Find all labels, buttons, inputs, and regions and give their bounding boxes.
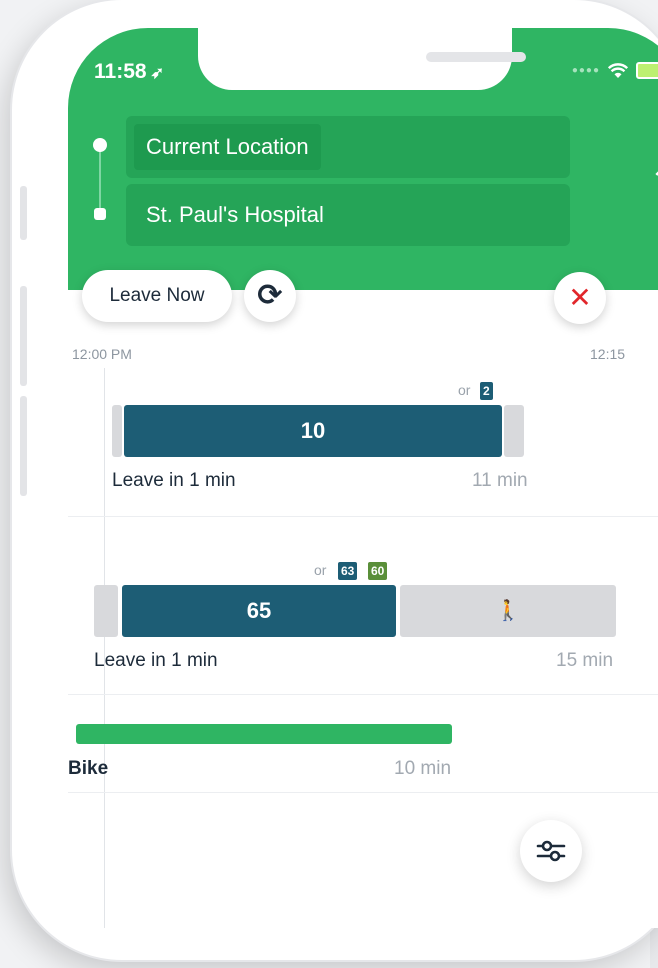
leave-now-button[interactable]: Leave Now bbox=[82, 270, 232, 322]
sliders-glyph bbox=[536, 840, 566, 862]
destination-field[interactable]: St. Paul's Hospital bbox=[126, 184, 570, 246]
origin-dot-icon bbox=[93, 138, 107, 152]
refresh-icon[interactable]: ⟳ bbox=[244, 270, 296, 322]
wait-segment bbox=[94, 585, 118, 637]
route-divider bbox=[68, 694, 658, 695]
timeline-end-label: 12:15 bbox=[590, 346, 626, 362]
walk-icon: 🚶 bbox=[400, 585, 616, 637]
leave-time-label: Leave in 1 min bbox=[112, 470, 236, 491]
route-duration: 15 min bbox=[556, 650, 614, 671]
battery-icon bbox=[636, 62, 658, 79]
status-time-text: 11:58 bbox=[94, 60, 147, 83]
arrival-segment bbox=[504, 405, 524, 457]
volume-up-button bbox=[20, 286, 27, 386]
wait-segment bbox=[112, 405, 122, 457]
timeline-start-label: 12:00 PM bbox=[72, 346, 132, 362]
bus-segment: 65 bbox=[122, 585, 396, 637]
route-duration: 10 min bbox=[394, 758, 452, 779]
swap-arrows-icon[interactable]: ⇅ bbox=[654, 164, 658, 195]
route-divider bbox=[68, 516, 658, 517]
bus-segment: 10 bbox=[124, 405, 502, 457]
app-screen: 11:58 ➶ ●●●● Current Location St. Paul's … bbox=[68, 28, 658, 928]
sliders-icon[interactable] bbox=[520, 820, 582, 882]
side-button bbox=[20, 186, 27, 240]
alt-route-badge: 63 bbox=[338, 562, 358, 580]
route-divider bbox=[68, 792, 658, 793]
signal-dots-icon: ●●●● bbox=[571, 65, 600, 76]
volume-down-button bbox=[20, 396, 27, 496]
alt-route-badge: 2 bbox=[480, 382, 493, 400]
bike-mode-label: Bike bbox=[68, 758, 109, 779]
phone-notch bbox=[198, 28, 526, 90]
wifi-icon bbox=[608, 62, 628, 78]
leave-time-label: Leave in 1 min bbox=[94, 650, 218, 671]
location-arrow-icon: ➶ bbox=[150, 65, 164, 82]
status-time: 11:58 ➶ bbox=[94, 60, 164, 84]
alt-route-badge: 60 bbox=[368, 562, 388, 580]
route-duration: 11 min bbox=[472, 470, 528, 491]
route-connector-line bbox=[99, 144, 101, 216]
status-indicators: ●●●● bbox=[572, 62, 658, 79]
or-text: or bbox=[458, 382, 471, 398]
origin-chip[interactable]: Current Location bbox=[134, 124, 321, 170]
bike-segment bbox=[76, 724, 452, 744]
or-text: or bbox=[314, 562, 327, 578]
close-icon[interactable]: ✕ bbox=[554, 272, 606, 324]
phone-frame: 11:58 ➶ ●●●● Current Location St. Paul's … bbox=[12, 0, 658, 960]
speaker-grille bbox=[426, 52, 526, 62]
timeline-now-line bbox=[104, 368, 105, 928]
destination-square-icon bbox=[94, 208, 106, 220]
origin-field[interactable]: Current Location bbox=[126, 116, 570, 178]
destination-text: St. Paul's Hospital bbox=[146, 202, 324, 227]
